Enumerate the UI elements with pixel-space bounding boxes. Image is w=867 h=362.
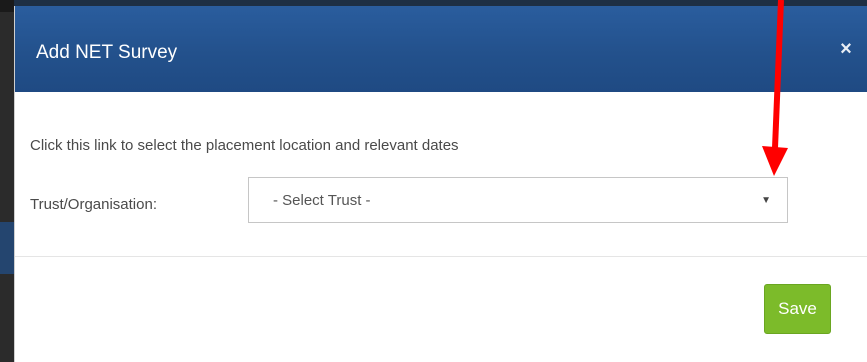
annotation-arrow [762, 0, 788, 176]
annotation-arrow-shaft [772, 0, 784, 149]
annotation-arrow-head [762, 146, 788, 176]
